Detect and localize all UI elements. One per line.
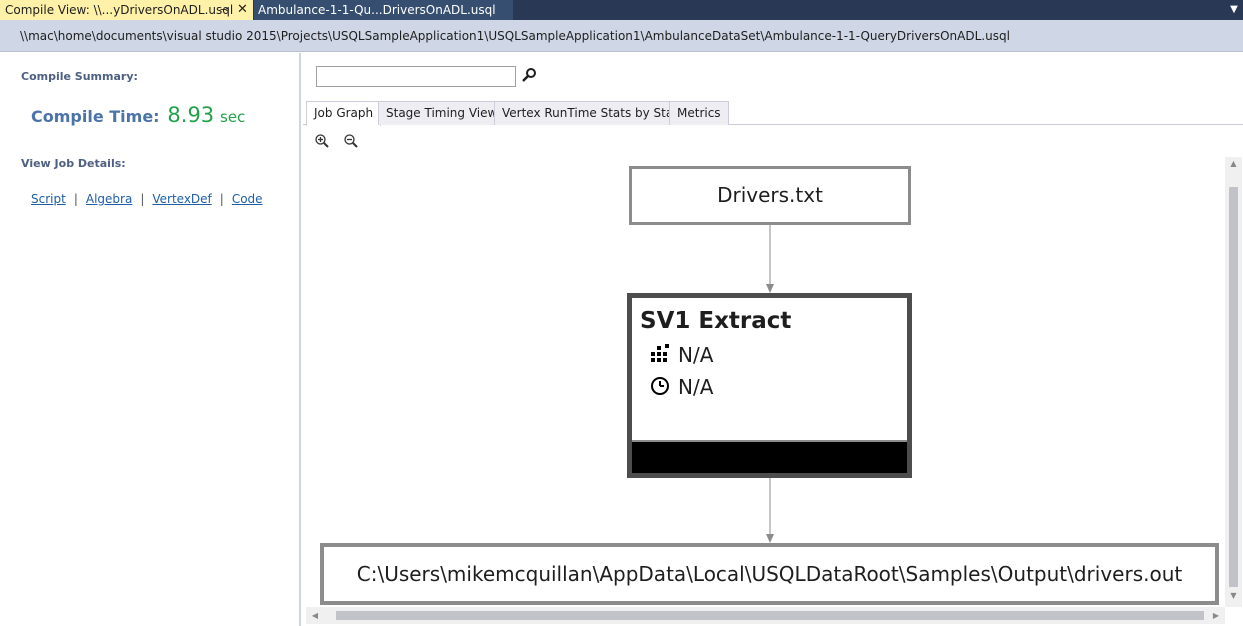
compile-time-value: 8.93 — [167, 103, 215, 127]
vertical-scrollbar[interactable]: ▲ ▼ — [1225, 157, 1242, 607]
link-separator: | — [73, 192, 78, 206]
close-icon[interactable]: ✕ — [237, 0, 248, 20]
vertices-icon — [651, 344, 669, 362]
tab-query-file-label: Ambulance-1-1-Qu...DriversOnADL.usql — [258, 3, 496, 17]
link-separator: | — [219, 192, 224, 206]
view-tabs: Job Graph Stage Timing View Vertex RunTi… — [303, 101, 1243, 126]
compile-summary-heading: Compile Summary: — [21, 70, 138, 83]
scroll-up-icon[interactable]: ▲ — [1225, 159, 1242, 173]
scroll-right-icon[interactable]: ▶ — [1209, 608, 1223, 623]
document-tab-bar: Compile View: \\...yDriversOnADL.usql ⊸ … — [0, 0, 1243, 20]
job-view-panel: Job Graph Stage Timing View Vertex RunTi… — [303, 53, 1243, 626]
vertexdef-link[interactable]: VertexDef — [152, 192, 211, 206]
view-job-details-heading: View Job Details: — [21, 157, 126, 170]
compile-time-unit: sec — [220, 108, 246, 126]
stage-node[interactable]: SV1 Extract N/A N/A — [627, 293, 912, 478]
pin-icon[interactable]: ⊸ — [220, 0, 229, 20]
clock-icon — [651, 377, 669, 395]
search-icon[interactable] — [521, 67, 537, 83]
horizontal-scrollbar[interactable]: ◀ ▶ — [306, 607, 1225, 624]
edge-arrow-head — [766, 284, 774, 293]
stage-title: SV1 Extract — [640, 308, 792, 334]
zoom-in-icon[interactable] — [314, 133, 330, 149]
stage-vertices-value: N/A — [678, 343, 714, 367]
input-node[interactable]: Drivers.txt — [629, 166, 911, 225]
output-node[interactable]: C:\Users\mikemcquillan\AppData\Local\USQ… — [320, 543, 1219, 605]
algebra-link[interactable]: Algebra — [86, 192, 132, 206]
code-link[interactable]: Code — [232, 192, 263, 206]
tab-query-file[interactable]: Ambulance-1-1-Qu...DriversOnADL.usql — [254, 0, 513, 20]
edge-arrow-head — [766, 534, 774, 543]
job-details-links: Script | Algebra | VertexDef | Code — [31, 192, 263, 206]
horizontal-scroll-thumb[interactable] — [336, 611, 1204, 620]
link-separator: | — [140, 192, 145, 206]
tab-stage-timing-view[interactable]: Stage Timing View — [378, 101, 506, 125]
tab-metrics[interactable]: Metrics — [669, 101, 729, 125]
tab-vertex-runtime-stats[interactable]: Vertex RunTime Stats by Stage — [494, 101, 697, 125]
file-path-bar: \\mac\home\documents\visual studio 2015\… — [0, 20, 1243, 52]
script-link[interactable]: Script — [31, 192, 66, 206]
compile-time-label: Compile Time: — [31, 107, 160, 126]
tab-compile-view[interactable]: Compile View: \\...yDriversOnADL.usql ⊸ … — [0, 0, 253, 20]
search-input[interactable] — [316, 66, 516, 87]
tab-dropdown-icon[interactable]: ▼ — [1225, 0, 1243, 20]
job-graph-canvas[interactable]: Drivers.txt SV1 Extract N/A N/A C:\Users… — [303, 153, 1225, 606]
scroll-left-icon[interactable]: ◀ — [308, 608, 322, 623]
stage-time-row: N/A — [650, 375, 713, 399]
zoom-out-icon[interactable] — [343, 133, 359, 149]
vertical-scroll-thumb[interactable] — [1229, 187, 1238, 587]
stage-progress-footer — [632, 440, 907, 473]
tab-compile-view-label: Compile View: \\...yDriversOnADL.usql — [5, 3, 234, 17]
compile-summary-panel: Compile Summary: Compile Time: 8.93 sec … — [0, 53, 301, 626]
stage-time-value: N/A — [678, 375, 714, 399]
scroll-down-icon[interactable]: ▼ — [1225, 591, 1242, 605]
compile-time: Compile Time: 8.93 sec — [31, 103, 245, 127]
stage-vertices-row: N/A — [650, 343, 713, 367]
tab-job-graph[interactable]: Job Graph — [306, 101, 382, 126]
